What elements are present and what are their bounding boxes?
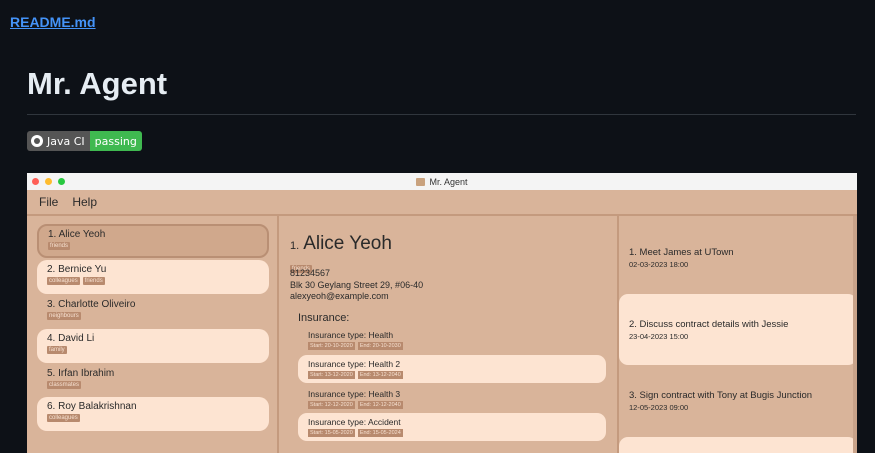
- badge-label: Java CI: [47, 134, 85, 148]
- event-date: 12-05-2023 09:00: [629, 403, 689, 412]
- page-title: Mr. Agent: [27, 66, 168, 101]
- insurance-type: Insurance type: Health: [308, 330, 394, 340]
- person-tag: colleagues: [47, 414, 80, 422]
- event-card[interactable]: [619, 437, 857, 453]
- detail-index: 1.: [290, 240, 300, 252]
- event-title: 2. Discuss contract details with Jessie: [629, 319, 789, 330]
- insurance-type: Insurance type: Accident: [308, 417, 401, 427]
- window-title: Mr. Agent: [429, 176, 468, 187]
- insurance-start: Start: 12-12-2020: [308, 401, 355, 409]
- person-card[interactable]: 2. Bernice Yu colleagues friends: [37, 260, 269, 294]
- app-icon: [416, 177, 426, 186]
- person-tag: friends: [48, 242, 71, 250]
- ci-status-badge[interactable]: Java CI passing: [27, 131, 142, 151]
- person-name: Charlotte Oliveiro: [58, 299, 136, 310]
- detail-email: alexyeoh@example.com: [290, 291, 389, 301]
- github-icon: [31, 135, 43, 147]
- insurance-heading: Insurance:: [298, 312, 350, 324]
- person-list-panel: 1. Alice Yeoh friends 2. Bernice Yu coll…: [27, 216, 279, 453]
- person-name: David Li: [58, 333, 95, 344]
- event-card[interactable]: 1. Meet James at UTown 02-03-2023 18:00: [619, 247, 857, 269]
- person-detail-panel: 1. Alice Yeoh friends 81234567 Blk 30 Gey…: [279, 216, 619, 453]
- insurance-end: End: 13-12-2040: [357, 371, 403, 379]
- insurance-type: Insurance type: Health 3: [308, 389, 401, 399]
- person-index: 2.: [47, 264, 56, 275]
- insurance-end: End: 20-10-2030: [357, 342, 403, 350]
- insurance-start: Start: 13-12-2020: [308, 371, 355, 379]
- person-name: Roy Balakrishnan: [58, 401, 137, 412]
- insurance-card[interactable]: Insurance type: Accident Start: 15-05-20…: [298, 413, 606, 441]
- detail-address: Blk 30 Geylang Street 29, #06-40: [290, 280, 424, 290]
- maximize-window-button[interactable]: [58, 178, 65, 185]
- insurance-type: Insurance type: Health 2: [308, 359, 401, 369]
- menu-help[interactable]: Help: [72, 195, 97, 209]
- window-titlebar: Mr. Agent: [27, 173, 857, 190]
- detail-name-text: Alice Yeoh: [303, 233, 392, 254]
- event-list-panel: 1. Meet James at UTown 02-03-2023 18:00 …: [619, 216, 857, 453]
- event-title: 3. Sign contract with Tony at Bugis Junc…: [629, 390, 813, 401]
- insurance-card[interactable]: Insurance type: Health 2 Start: 13-12-20…: [298, 355, 606, 383]
- minimize-window-button[interactable]: [45, 178, 52, 185]
- person-index: 4.: [47, 333, 56, 344]
- close-window-button[interactable]: [32, 178, 39, 185]
- event-date: 02-03-2023 18:00: [629, 260, 689, 269]
- person-card[interactable]: 6. Roy Balakrishnan colleagues: [37, 397, 269, 431]
- person-index: 6.: [47, 401, 56, 412]
- person-name: Bernice Yu: [58, 264, 107, 275]
- person-index: 5.: [47, 368, 56, 379]
- insurance-start: Start: 20-10-2020: [308, 342, 355, 350]
- person-index: 1.: [48, 229, 57, 240]
- insurance-start: Start: 15-05-2020: [308, 429, 355, 437]
- person-tag: colleagues: [47, 277, 80, 285]
- event-card[interactable]: 3. Sign contract with Tony at Bugis Junc…: [619, 390, 857, 412]
- badge-status: passing: [89, 131, 142, 151]
- insurance-end: End: 12-12-2040: [357, 401, 403, 409]
- person-tag: family: [47, 346, 67, 354]
- menu-bar: File Help: [27, 190, 857, 216]
- person-card[interactable]: 5. Irfan Ibrahim classmates: [37, 364, 269, 398]
- event-list-scrollbar[interactable]: [853, 216, 857, 453]
- person-name: Irfan Ibrahim: [58, 368, 115, 379]
- readme-link[interactable]: README.md: [10, 14, 96, 30]
- event-date: 23-04-2023 15:00: [629, 332, 689, 341]
- person-name: Alice Yeoh: [58, 229, 106, 240]
- badge-label-section: Java CI: [27, 131, 90, 151]
- title-divider: [27, 114, 856, 115]
- app-screenshot: Mr. Agent File Help 1. Alice Yeoh friend…: [27, 173, 857, 453]
- event-title: 1. Meet James at UTown: [629, 247, 734, 258]
- insurance-end: End: 15-05-2024: [357, 429, 403, 437]
- event-card[interactable]: 2. Discuss contract details with Jessie …: [619, 294, 857, 365]
- person-tag: neighbours: [47, 312, 81, 320]
- person-index: 3.: [47, 299, 56, 310]
- person-tag: friends: [82, 277, 105, 285]
- person-card[interactable]: 4. David Li family: [37, 329, 269, 363]
- menu-file[interactable]: File: [39, 195, 58, 209]
- detail-name: 1. Alice Yeoh: [290, 233, 392, 255]
- insurance-card[interactable]: Insurance type: Health Start: 20-10-2020…: [298, 326, 606, 354]
- person-card[interactable]: 3. Charlotte Oliveiro neighbours: [37, 295, 269, 329]
- insurance-card[interactable]: Insurance type: Health 3 Start: 12-12-20…: [298, 385, 606, 413]
- detail-phone: 81234567: [290, 268, 331, 278]
- person-card[interactable]: 1. Alice Yeoh friends: [37, 224, 269, 258]
- person-tag: classmates: [47, 381, 82, 389]
